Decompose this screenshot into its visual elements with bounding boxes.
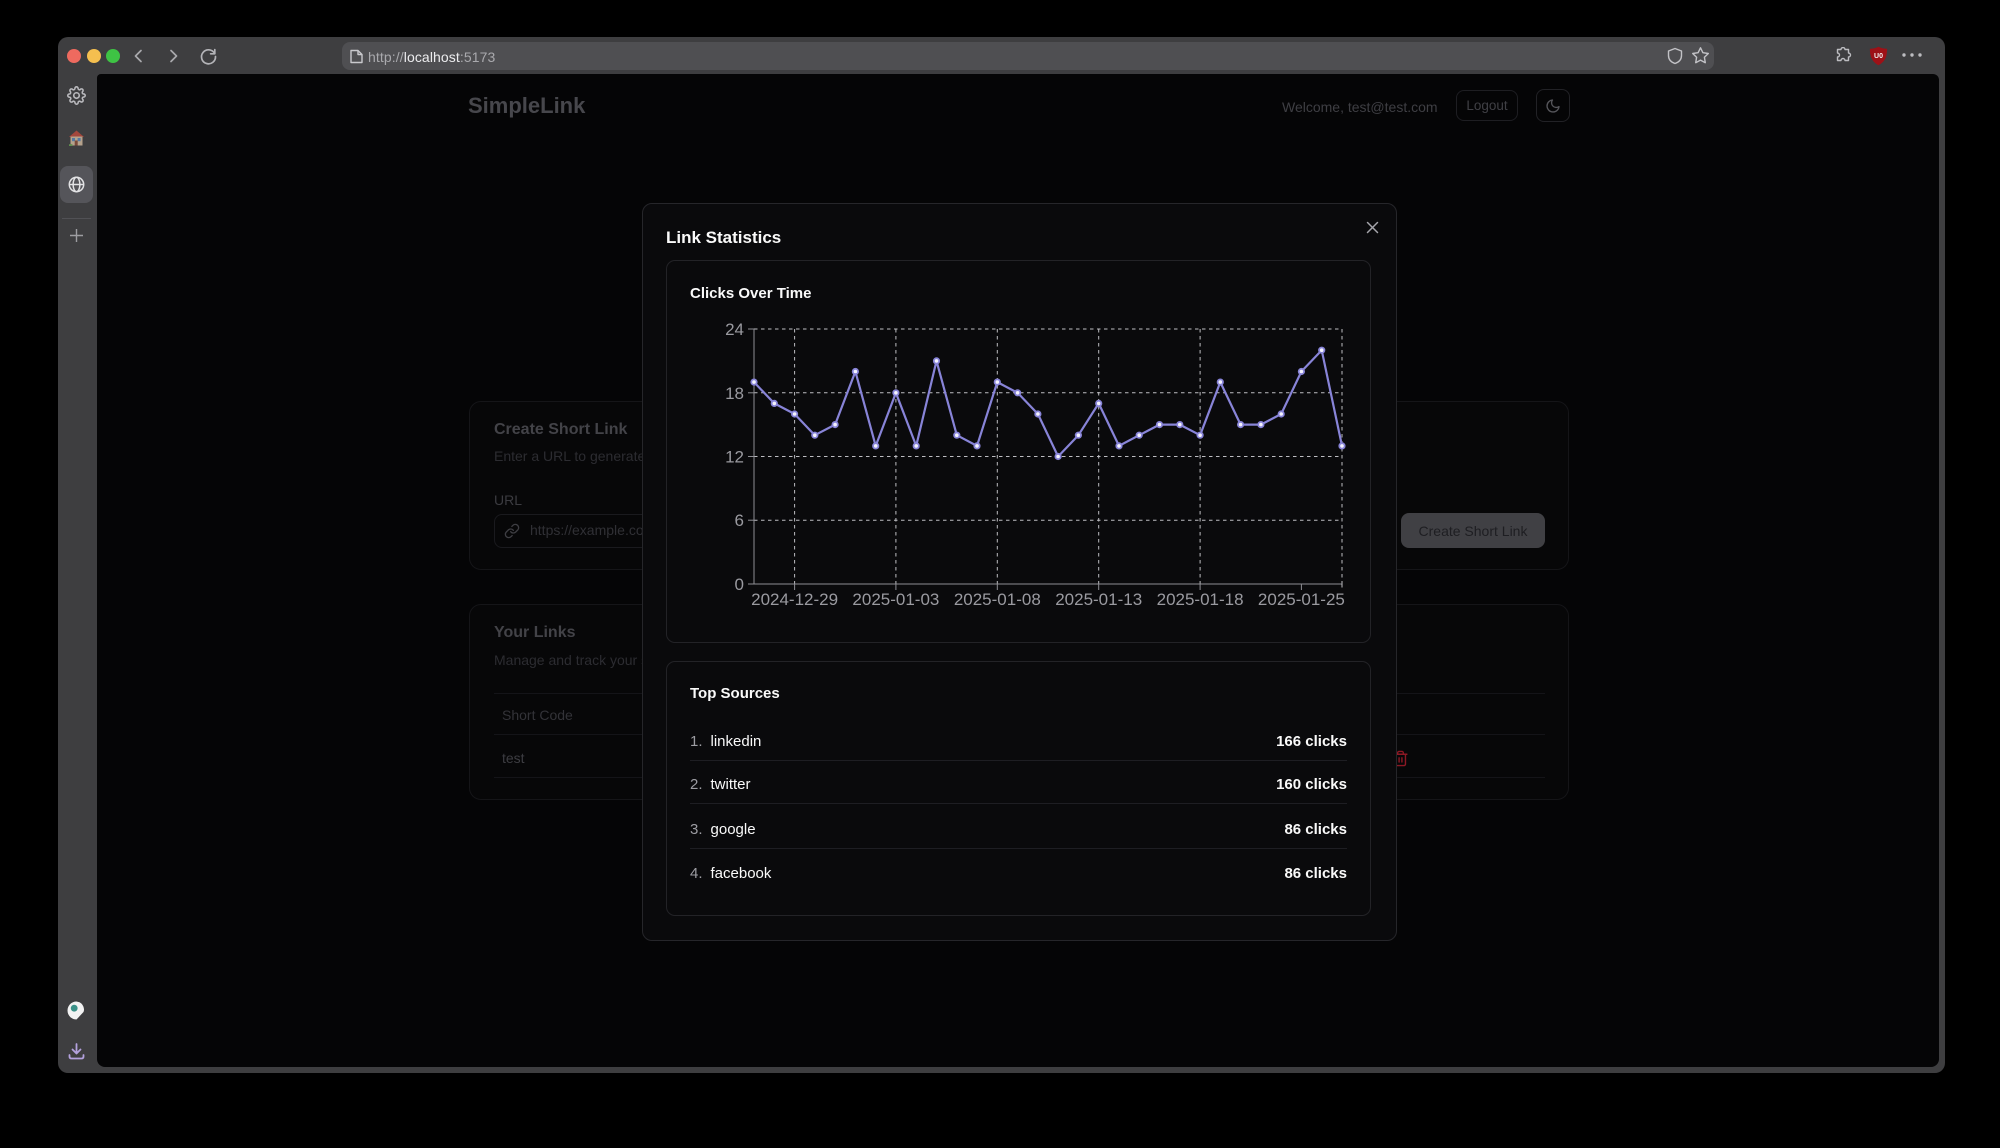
svg-text:2025-01-03: 2025-01-03: [852, 590, 939, 609]
svg-text:2025-01-08: 2025-01-08: [954, 590, 1041, 609]
svg-text:24: 24: [725, 320, 744, 339]
svg-text:2024-12-29: 2024-12-29: [751, 590, 838, 609]
svg-text:6: 6: [735, 511, 744, 530]
svg-text:0: 0: [735, 575, 744, 594]
svg-text:2025-01-18: 2025-01-18: [1157, 590, 1244, 609]
svg-text:2025-01-25: 2025-01-25: [1258, 590, 1345, 609]
svg-text:U0: U0: [1874, 53, 1883, 60]
svg-text:12: 12: [725, 448, 744, 467]
svg-text:2025-01-13: 2025-01-13: [1055, 590, 1142, 609]
svg-text:18: 18: [725, 384, 744, 403]
